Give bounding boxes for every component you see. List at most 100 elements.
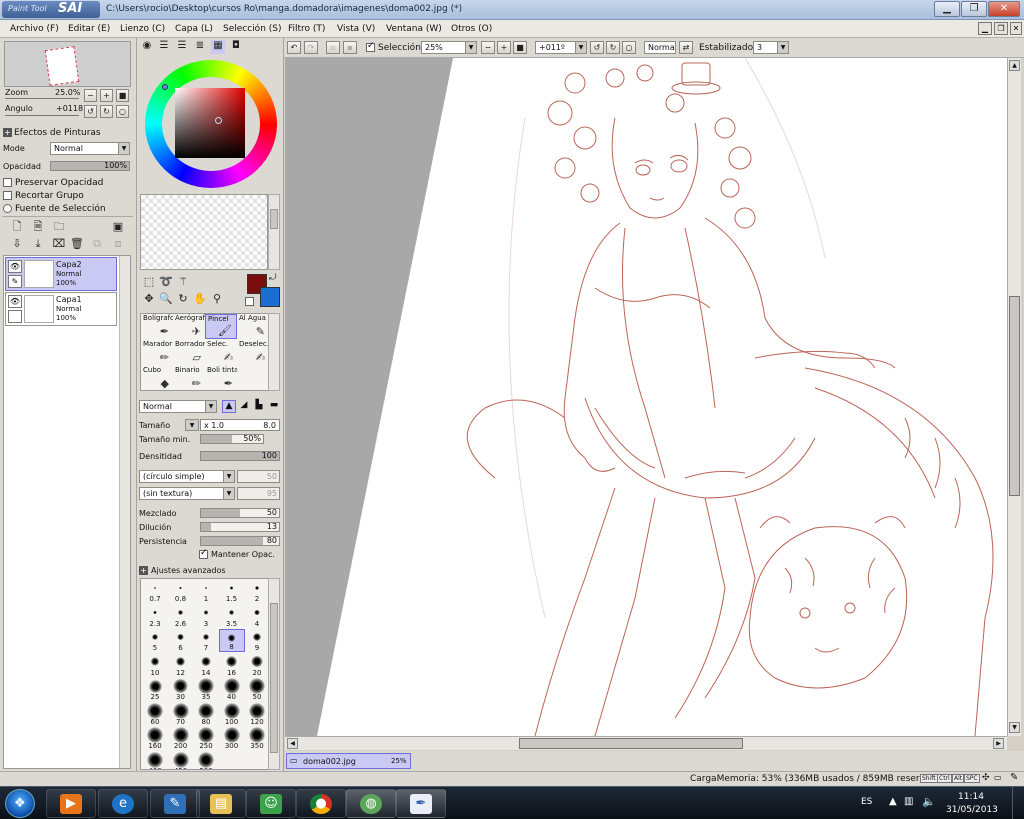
apply-mask-icon[interactable]: ⧉ bbox=[90, 238, 104, 252]
scroll-left-icon[interactable]: ◀ bbox=[287, 738, 298, 749]
brush-shape-select[interactable]: (círculo simple) ▼ bbox=[139, 470, 235, 483]
tool-cubo[interactable]: Cubo ◆ bbox=[141, 366, 173, 391]
tool-marador[interactable]: Marador ✏ bbox=[141, 340, 173, 365]
brush-size-cell[interactable]: 9 bbox=[244, 629, 270, 652]
scratchpad-mode-icon[interactable]: ◘ bbox=[229, 40, 243, 54]
brush-size-cell[interactable]: 3.5 bbox=[219, 605, 245, 628]
rotate-right-icon[interactable]: ↻ bbox=[100, 105, 113, 118]
rgb-slider-mode-icon[interactable]: ☰ bbox=[157, 40, 171, 54]
scroll-down-icon[interactable]: ▼ bbox=[1009, 722, 1020, 733]
brush-size-cell[interactable]: 0.7 bbox=[142, 580, 168, 603]
menu-editar[interactable]: Editar (E) bbox=[68, 24, 110, 34]
deselect-icon[interactable]: ▫ bbox=[326, 41, 340, 54]
magic-wand-icon[interactable]: ⚚ bbox=[176, 276, 190, 290]
brush-size-cell[interactable]: 5 bbox=[142, 629, 168, 652]
delete-layer-icon[interactable]: 🗑 bbox=[70, 238, 84, 252]
brush-size-cell[interactable]: 10 bbox=[142, 654, 168, 677]
layer-row-capa1[interactable]: 👁 Capa1 Normal 100% bbox=[5, 292, 117, 326]
rotate-left-icon[interactable]: ↺ bbox=[84, 105, 97, 118]
new-layer-icon[interactable]: 🗋 bbox=[10, 221, 24, 235]
taskbar-active-app[interactable]: ◍ bbox=[346, 789, 396, 818]
delete-mask-icon[interactable]: ⧈ bbox=[111, 238, 125, 252]
size-multiplier-select[interactable]: ▼ bbox=[185, 419, 199, 431]
color-wheel[interactable] bbox=[145, 60, 277, 188]
blend-slider[interactable]: 50 bbox=[200, 508, 280, 518]
brush-size-cell[interactable]: 2.3 bbox=[142, 605, 168, 628]
brush-shape-flat-icon[interactable]: ▬ bbox=[267, 400, 281, 413]
brush-size-cell[interactable]: 350 bbox=[244, 727, 270, 750]
transparent-color-icon[interactable] bbox=[245, 297, 254, 306]
brush-size-cell[interactable]: 60 bbox=[142, 702, 168, 726]
brush-size-cell[interactable]: 25 bbox=[142, 678, 168, 701]
brush-size-cell[interactable]: 100 bbox=[219, 702, 245, 726]
layer-mode-select[interactable]: Normal ▼ bbox=[50, 142, 130, 155]
taskbar-messenger[interactable]: ☺ bbox=[246, 789, 296, 818]
keep-opacity-checkbox[interactable] bbox=[199, 548, 208, 559]
canvas-horizontal-scrollbar[interactable]: ◀ ▶ bbox=[285, 736, 1007, 750]
selection-visible-checkbox[interactable] bbox=[366, 41, 375, 52]
angle-slider[interactable] bbox=[5, 115, 79, 118]
scratchpad-scrollbar[interactable] bbox=[268, 194, 280, 270]
canvas-rotate-right-icon[interactable]: ↻ bbox=[606, 41, 620, 54]
brush-size-cell[interactable]: 120 bbox=[244, 702, 270, 726]
tool-binario[interactable]: Binario ✏ bbox=[173, 366, 205, 391]
network-icon[interactable]: ▥ bbox=[904, 796, 913, 807]
menu-seleccion[interactable]: Selección (S) bbox=[223, 24, 282, 34]
tool-grid-scrollbar[interactable] bbox=[268, 313, 280, 391]
hand-tool-icon[interactable]: ✋ bbox=[193, 293, 207, 307]
brush-size-scrollbar[interactable] bbox=[268, 578, 280, 770]
layer-row-capa2[interactable]: 👁 ✎ Capa2 Normal 100% bbox=[5, 257, 117, 291]
new-folder-icon[interactable]: 🗀 bbox=[52, 221, 66, 235]
canvas-rotate-reset-icon[interactable]: ○ bbox=[622, 41, 636, 54]
tool-pincel[interactable]: Pincel 🖌 bbox=[205, 314, 237, 339]
visibility-eye-icon[interactable]: 👁 bbox=[8, 295, 22, 308]
swatches-mode-icon[interactable]: ▦ bbox=[211, 40, 225, 54]
scroll-thumb-vertical[interactable] bbox=[1009, 296, 1020, 496]
color-wheel-mode-icon[interactable]: ◉ bbox=[140, 40, 154, 54]
brush-size-cell[interactable]: 12 bbox=[168, 654, 194, 677]
show-hidden-icons-icon[interactable]: ▲ bbox=[889, 796, 897, 807]
brush-size-cell[interactable]: 3 bbox=[193, 605, 219, 628]
zoom-in-icon[interactable]: + bbox=[100, 89, 113, 102]
visibility-eye-icon[interactable]: 👁 bbox=[8, 260, 22, 273]
canvas-zoom-out-icon[interactable]: − bbox=[481, 41, 495, 54]
navigator-preview[interactable] bbox=[4, 41, 131, 87]
brush-size-cell[interactable]: 4 bbox=[244, 605, 270, 628]
layer-mask-icon[interactable]: ▣ bbox=[111, 221, 125, 235]
layer-list-scrollbar[interactable] bbox=[119, 256, 130, 768]
scroll-thumb-horizontal[interactable] bbox=[519, 738, 743, 749]
rect-select-icon[interactable]: ⬚ bbox=[142, 276, 156, 290]
taskbar-media-player[interactable]: ▶ bbox=[46, 789, 96, 818]
swap-colors-icon[interactable]: ⤾ bbox=[269, 273, 277, 283]
background-color-swatch[interactable] bbox=[260, 287, 280, 307]
brush-size-cell[interactable]: 16 bbox=[219, 654, 245, 677]
doc-restore-icon[interactable]: ❐ bbox=[994, 22, 1008, 35]
brush-texture-strength[interactable]: 95 bbox=[237, 487, 280, 500]
selection-source-radio[interactable] bbox=[3, 204, 12, 213]
tool-boligrafo[interactable]: Bolígrafo ✒ bbox=[141, 314, 173, 339]
lasso-icon[interactable]: ➰ bbox=[159, 276, 173, 290]
brush-size-cell[interactable]: 1 bbox=[193, 580, 219, 603]
density-slider[interactable]: 100 bbox=[200, 451, 280, 461]
brush-size-cell[interactable]: 40 bbox=[219, 678, 245, 701]
document-tab[interactable]: ▭ doma002.jpg 25% bbox=[286, 753, 411, 769]
brush-size-cell[interactable]: 6 bbox=[168, 629, 194, 652]
menu-otros[interactable]: Otros (O) bbox=[451, 24, 492, 34]
language-indicator[interactable]: ES bbox=[861, 797, 872, 807]
scroll-up-icon[interactable]: ▲ bbox=[1009, 60, 1020, 71]
brush-size-cell[interactable]: 400 bbox=[142, 751, 168, 769]
brush-size-cell[interactable]: 450 bbox=[168, 751, 194, 769]
edit-pencil-icon[interactable]: ✎ bbox=[8, 275, 22, 288]
eyedropper-icon[interactable]: ⚲ bbox=[210, 293, 224, 307]
brush-size-cell[interactable]: 0.8 bbox=[168, 580, 194, 603]
brush-size-cell[interactable]: 300 bbox=[219, 727, 245, 750]
canvas-vertical-scrollbar[interactable]: ▲ ▼ bbox=[1007, 58, 1021, 736]
new-vector-layer-icon[interactable]: 🗎 bbox=[31, 221, 45, 235]
tool-selec[interactable]: Selec. ✍ bbox=[205, 340, 237, 365]
taskbar-file-explorer[interactable]: ▤ bbox=[196, 789, 246, 818]
zoom-reset-icon[interactable]: ■ bbox=[116, 89, 129, 102]
maximize-button[interactable]: ❐ bbox=[961, 1, 987, 17]
brush-shape-strength[interactable]: 50 bbox=[237, 470, 280, 483]
minimize-button[interactable]: ▁ bbox=[934, 1, 960, 17]
taskbar-internet-explorer[interactable]: e bbox=[98, 789, 148, 818]
